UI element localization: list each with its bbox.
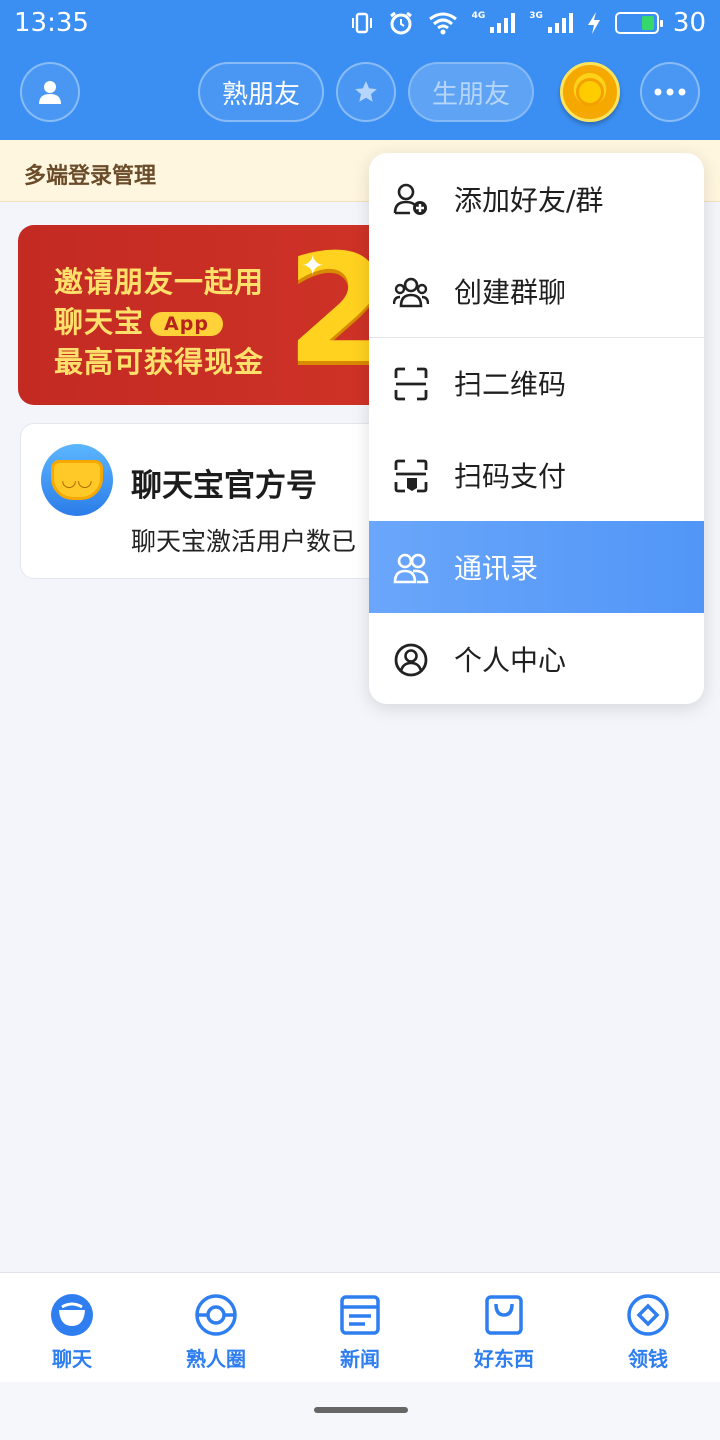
charging-icon — [587, 12, 600, 34]
nav-label: 新闻 — [340, 1347, 380, 1371]
signal2-tag: 3G — [529, 11, 543, 21]
group-chat-icon — [393, 277, 429, 308]
menu-label: 创建群聊 — [454, 276, 567, 309]
status-icons: 4G 3G 30 — [350, 8, 706, 38]
alarm-icon — [389, 11, 412, 35]
nav-get-money[interactable]: 领钱 — [576, 1273, 720, 1383]
avatar: ◡◡ — [41, 444, 113, 516]
wifi-icon — [428, 12, 457, 35]
star-button[interactable] — [336, 62, 396, 122]
coin-button[interactable] — [560, 62, 620, 122]
menu-label: 扫码支付 — [454, 460, 567, 493]
gold-ingot-icon: ◡◡ — [51, 460, 103, 500]
tab-new-friends[interactable]: 生朋友 — [408, 62, 534, 122]
banner-app-name: 聊天宝 — [54, 305, 145, 339]
nav-good-stuff[interactable]: 好东西 — [432, 1273, 576, 1383]
nav-chat[interactable]: 聊天 — [0, 1273, 144, 1383]
scan-pay-icon — [394, 459, 428, 493]
menu-label: 通讯录 — [454, 552, 539, 585]
sparkle-icon: ✦ — [301, 249, 325, 282]
profile-icon — [394, 643, 428, 677]
profile-button[interactable] — [20, 62, 80, 122]
menu-item-scan-qr[interactable]: 扫二维码 — [369, 337, 704, 429]
menu-item-contacts[interactable]: 通讯录 — [369, 521, 704, 613]
menu-item-scan-pay[interactable]: 扫码支付 — [369, 429, 704, 521]
status-time: 13:35 — [14, 8, 89, 38]
banner-line2: 聊天宝 App — [54, 299, 223, 341]
scan-icon — [394, 367, 428, 401]
menu-label: 扫二维码 — [454, 368, 567, 401]
star-icon — [355, 81, 377, 102]
battery-icon — [614, 12, 663, 34]
coin-icon — [576, 78, 604, 106]
bottom-nav: 聊天 熟人圈 新闻 好东西 领钱 — [0, 1272, 720, 1382]
tab-familiar-friends[interactable]: 熟朋友 — [198, 62, 324, 122]
money-icon — [627, 1294, 669, 1336]
signal-icon — [547, 13, 573, 33]
home-indicator[interactable] — [314, 1407, 408, 1413]
dropdown-menu: 添加好友/群 创建群聊 扫二维码 扫码支付 通讯录 个人中心 — [369, 153, 704, 704]
menu-label: 添加好友/群 — [454, 184, 604, 217]
chat-icon — [51, 1294, 93, 1336]
top-bar: 13:35 4G 3G 30 熟朋友 生朋友 — [0, 0, 720, 140]
nav-label: 领钱 — [628, 1347, 668, 1371]
banner-line3: 最高可获得现金 — [54, 345, 265, 379]
banner-line1: 邀请朋友一起用 — [54, 265, 265, 299]
circle-icon — [195, 1294, 237, 1336]
menu-item-add-friend[interactable]: 添加好友/群 — [369, 153, 704, 245]
add-friend-icon — [393, 183, 427, 215]
signal-icon — [490, 13, 516, 33]
menu-item-profile-center[interactable]: 个人中心 — [369, 613, 704, 704]
chat-title: 聊天宝官方号 — [131, 468, 317, 504]
nav-label: 好东西 — [474, 1347, 534, 1371]
nav-news[interactable]: 新闻 — [288, 1273, 432, 1383]
battery-level: 30 — [672, 8, 706, 38]
nav-label: 熟人圈 — [186, 1347, 246, 1371]
vibrate-icon — [351, 12, 372, 34]
status-bar: 13:35 4G 3G 30 — [0, 0, 720, 48]
menu-item-create-group[interactable]: 创建群聊 — [369, 245, 704, 337]
nav-label: 聊天 — [52, 1347, 92, 1371]
more-button[interactable] — [640, 62, 700, 122]
menu-label: 个人中心 — [454, 644, 567, 677]
contacts-icon — [393, 553, 429, 584]
system-nav-bar — [0, 1382, 720, 1440]
chat-preview: 聊天宝激活用户数已 — [131, 527, 357, 556]
more-icon — [654, 88, 686, 96]
nav-circle[interactable]: 熟人圈 — [144, 1273, 288, 1383]
notice-text: 多端登录管理 — [24, 164, 157, 189]
shop-icon — [485, 1295, 523, 1335]
app-tag: App — [150, 312, 223, 336]
person-icon — [39, 81, 61, 104]
news-icon — [340, 1295, 380, 1335]
signal1-tag: 4G — [471, 11, 486, 21]
